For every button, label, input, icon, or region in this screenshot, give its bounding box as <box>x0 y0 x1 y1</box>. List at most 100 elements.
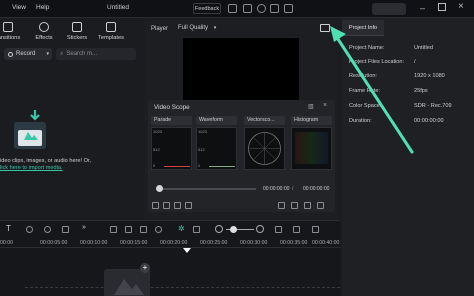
zoom-out-icon[interactable] <box>215 225 223 233</box>
record-icon <box>8 51 13 57</box>
cloud-icon[interactable] <box>257 4 266 13</box>
zoom-slider-handle[interactable] <box>230 226 237 233</box>
close-icon[interactable]: × <box>458 1 464 12</box>
project-info-panel: Project Info Project Name: Untitled Proj… <box>342 18 474 296</box>
playhead[interactable] <box>183 248 191 253</box>
title-bar: View Help Untitled Feedback – × <box>0 0 474 18</box>
record-voice-icon[interactable] <box>155 226 162 233</box>
ruler-tick: 00:00:30:00 <box>240 240 268 246</box>
maximize-icon[interactable] <box>438 3 446 11</box>
monitor-icon[interactable] <box>228 4 237 13</box>
tab-templates[interactable]: Templates <box>97 22 125 41</box>
volume-icon[interactable] <box>304 202 311 209</box>
ruler-tick: 00:00:20:00 <box>160 240 188 246</box>
resolution-label: Resolution: <box>349 73 377 79</box>
histogram-graph <box>291 127 332 170</box>
undo-icon[interactable] <box>26 226 33 233</box>
timeline-drop-zone[interactable] <box>104 269 150 296</box>
timeline-settings-icon[interactable] <box>293 226 300 233</box>
quality-dropdown[interactable]: Full Quality ▾ <box>178 25 226 34</box>
camera-icon[interactable] <box>291 202 298 209</box>
search-icon: ⌕ <box>60 50 64 57</box>
more-tools-icon[interactable]: » <box>82 224 86 231</box>
play-icon[interactable] <box>163 202 170 209</box>
tab-transitions[interactable]: ransitions <box>0 22 22 41</box>
timeline-layout-icon[interactable] <box>312 226 319 233</box>
chevron-down-icon: ▾ <box>213 25 217 31</box>
tab-project-info[interactable]: Project Info <box>342 20 384 36</box>
feedback-button[interactable]: Feedback <box>193 3 221 14</box>
ruler-tick: 00:00 <box>0 240 13 246</box>
redo-icon[interactable] <box>44 226 51 233</box>
scope-dropdown-vectorscope[interactable]: Vectorsco... <box>244 116 285 125</box>
text-tool-icon[interactable]: T <box>6 224 11 233</box>
templates-icon <box>106 22 116 32</box>
import-media-icon[interactable] <box>13 110 47 150</box>
scope-layout-icon[interactable]: ▥ <box>308 103 314 110</box>
save-icon[interactable] <box>270 4 279 13</box>
duration-label: Duration: <box>349 118 372 124</box>
expand-icon[interactable] <box>317 202 324 209</box>
preview-screen <box>183 38 299 102</box>
export-button[interactable] <box>372 3 406 15</box>
captions-icon[interactable] <box>193 226 200 233</box>
vectorscope-graph <box>244 127 285 170</box>
tab-stickers[interactable]: Stickers <box>63 22 91 41</box>
effects-icon <box>39 22 49 32</box>
duration-value: 00:00:00:00 <box>414 118 444 124</box>
menu-help[interactable]: Help <box>36 4 49 11</box>
ruler-tick: 00:00:35:00 <box>280 240 308 246</box>
notification-icon[interactable] <box>284 4 293 13</box>
empty-track <box>25 287 340 288</box>
delete-icon[interactable] <box>62 226 69 233</box>
scope-close-icon[interactable]: × <box>323 102 327 109</box>
project-location-label: Project Files Location: <box>349 59 405 65</box>
record-button[interactable]: Record ▾ <box>4 48 52 60</box>
resolution-value: 1920 x 1080 <box>414 73 445 79</box>
ruler-tick: 00:00:05:00 <box>40 240 68 246</box>
timeline-panel: T » ✲ 00:00 00:00:05:00 00:00:10:00 00:0… <box>0 220 340 296</box>
video-editor-window: View Help Untitled Feedback – × ransitio… <box>0 0 474 296</box>
previous-frame-icon[interactable] <box>152 202 159 209</box>
add-clip-icon[interactable]: + <box>140 263 150 273</box>
media-panel: ransitions Effects Stickers Templates Re… <box>0 18 140 215</box>
search-input[interactable]: ⌕ Search m... <box>56 48 136 60</box>
current-timecode: 00:00:00:00 <box>263 186 290 192</box>
color-space-value: SDR - Rec.709 <box>414 103 452 109</box>
total-timecode: 00:00:00:00 <box>303 186 330 192</box>
project-name-value: Untitled <box>414 45 433 51</box>
import-hint-text: ideo clips, images, or audio here! Or, <box>0 158 92 164</box>
scrubber-handle[interactable] <box>156 185 163 192</box>
timeline-grid-icon[interactable] <box>275 226 282 233</box>
snap-icon[interactable] <box>140 226 147 233</box>
chevron-down-icon: ▾ <box>46 51 49 57</box>
scope-dropdown-histogram[interactable]: Histogram <box>291 116 332 125</box>
stop-icon[interactable] <box>185 202 192 209</box>
ai-tools-icon[interactable]: ✲ <box>178 224 185 233</box>
split-icon[interactable] <box>110 226 117 233</box>
scope-dropdown-waveform[interactable]: Waveform <box>196 116 237 125</box>
zoom-in-icon[interactable] <box>256 225 264 233</box>
ruler-tick: 00:00:10:00 <box>80 240 108 246</box>
ruler-tick: 00:00:25:00 <box>200 240 228 246</box>
scope-dropdown-parade[interactable]: Parade <box>151 116 192 125</box>
color-space-label: Color Space: <box>349 103 382 109</box>
frame-rate-value: 25fps <box>414 88 428 94</box>
import-media-link[interactable]: lick here to import media. <box>0 165 63 171</box>
playback-scrubber[interactable] <box>156 188 256 190</box>
waveform-graph: 1023 512 0 <box>196 127 237 170</box>
menu-view[interactable]: View <box>12 4 26 11</box>
video-scope-panel: Video Scope ▥ × Parade Waveform Vectorsc… <box>148 100 335 212</box>
snapshot-icon[interactable] <box>320 24 330 32</box>
minimize-icon[interactable]: – <box>420 3 425 13</box>
tab-effects[interactable]: Effects <box>30 22 58 41</box>
marker-icon[interactable] <box>125 226 132 233</box>
stickers-icon <box>72 22 82 32</box>
fullscreen-icon[interactable] <box>278 202 285 209</box>
project-title: Untitled <box>107 4 130 11</box>
project-name-label: Project Name: <box>349 45 385 51</box>
next-frame-icon[interactable] <box>174 202 181 209</box>
player-panel: Player Full Quality ▾ Video Scope ▥ × Pa… <box>145 20 338 220</box>
player-label: Player <box>151 26 169 32</box>
grid-icon[interactable] <box>243 4 252 13</box>
